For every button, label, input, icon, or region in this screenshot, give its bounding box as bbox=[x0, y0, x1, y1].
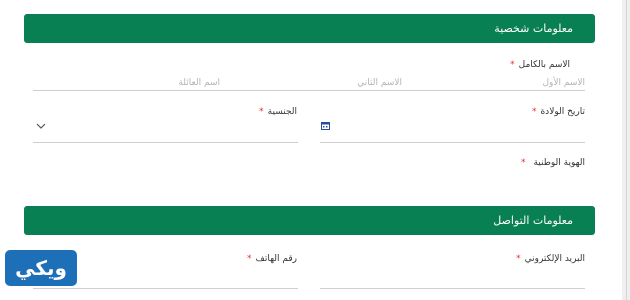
required-mark: * bbox=[516, 254, 521, 264]
scrollbar-divider bbox=[626, 0, 627, 300]
birth-date-input[interactable] bbox=[320, 142, 585, 143]
national-id-label: الهوية الوطنية * bbox=[521, 158, 585, 168]
second-name-placeholder: الاسم الثاني bbox=[357, 78, 402, 88]
email-label: البريد الإلكتروني* bbox=[516, 254, 585, 264]
contact-info-header: معلومات التواصل bbox=[24, 206, 595, 235]
nationality-label-text: الجنسية bbox=[267, 107, 297, 117]
phone-label: رقم الهاتف* bbox=[247, 254, 297, 264]
birth-date-label-text: تاريخ الولادة bbox=[540, 107, 585, 117]
required-mark: * bbox=[510, 60, 515, 70]
personal-info-header: معلومات شخصية bbox=[24, 14, 595, 43]
chevron-down-icon[interactable] bbox=[36, 122, 46, 130]
full-name-underline bbox=[33, 90, 585, 91]
first-name-placeholder: الاسم الأول bbox=[542, 78, 585, 88]
birth-date-label: تاريخ الولادة* bbox=[532, 107, 585, 117]
personal-info-title: معلومات شخصية bbox=[494, 22, 573, 35]
family-name-placeholder: اسم العائلة bbox=[178, 78, 220, 88]
full-name-label-text: الاسم بالكامل bbox=[518, 60, 570, 70]
nationality-select[interactable] bbox=[33, 142, 298, 143]
full-name-label: الاسم بالكامل* bbox=[510, 60, 570, 70]
contact-info-title: معلومات التواصل bbox=[493, 214, 573, 227]
phone-label-text: رقم الهاتف bbox=[255, 254, 297, 264]
email-input[interactable] bbox=[320, 288, 585, 289]
required-mark: * bbox=[531, 107, 537, 117]
required-mark: * bbox=[259, 107, 264, 117]
email-label-text: البريد الإلكتروني bbox=[524, 254, 585, 264]
second-name-input[interactable]: الاسم الثاني bbox=[357, 78, 402, 88]
family-name-input[interactable]: اسم العائلة bbox=[178, 78, 220, 88]
calendar-icon[interactable] bbox=[321, 121, 330, 130]
required-mark: * bbox=[247, 254, 252, 264]
watermark-logo: ويكي bbox=[5, 250, 77, 286]
nationality-label: الجنسية* bbox=[259, 107, 297, 117]
required-mark: * bbox=[520, 158, 526, 168]
first-name-input[interactable]: الاسم الأول bbox=[542, 78, 585, 88]
watermark-text: ويكي bbox=[15, 256, 67, 280]
national-id-label-text: الهوية الوطنية bbox=[533, 158, 585, 168]
phone-input[interactable] bbox=[33, 288, 298, 289]
